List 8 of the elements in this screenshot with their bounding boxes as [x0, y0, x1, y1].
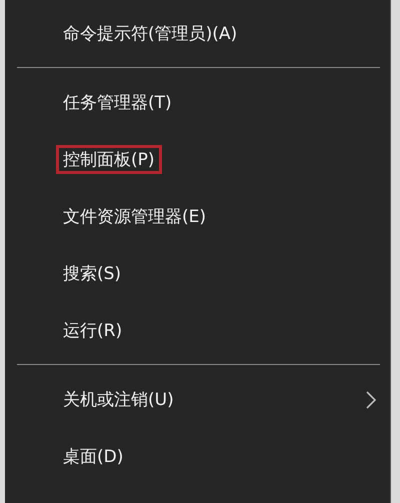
menu-item[interactable]: 文件资源管理器(E): [5, 188, 390, 245]
menu-item[interactable]: 关机或注销(U): [5, 371, 390, 428]
menu-item[interactable]: 命令提示符(管理员)(A): [5, 5, 390, 62]
menu-item[interactable]: 搜索(S): [5, 245, 390, 302]
menu-item[interactable]: 运行(R): [5, 302, 390, 359]
menu-item[interactable]: 桌面(D): [5, 428, 390, 485]
menu-item[interactable]: 控制面板(P): [5, 131, 390, 188]
menu-item[interactable]: 任务管理器(T): [5, 74, 390, 131]
